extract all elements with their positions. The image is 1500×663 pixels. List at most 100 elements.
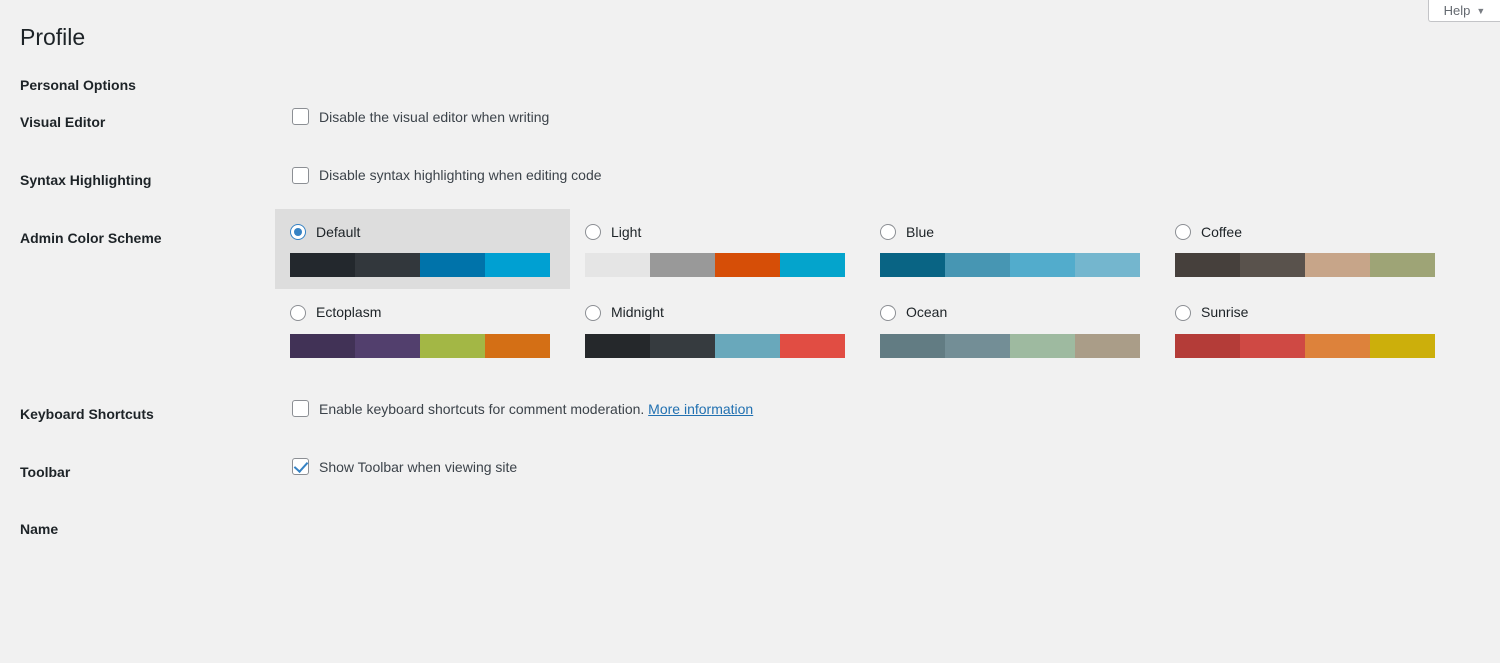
row-visual-editor: Visual Editor Disable the visual editor …	[20, 93, 1500, 151]
personal-options-table: Visual Editor Disable the visual editor …	[20, 93, 1500, 501]
color-scheme-option-sunrise[interactable]: Sunrise	[1160, 289, 1455, 369]
row-label-visual-editor: Visual Editor	[20, 113, 106, 130]
color-scheme-option-default[interactable]: Default	[275, 209, 570, 290]
color-scheme-palette-blue	[880, 253, 1140, 278]
row-label-toolbar: Toolbar	[20, 463, 71, 480]
color-scheme-radio-coffee[interactable]	[1175, 224, 1191, 241]
color-scheme-option-midnight[interactable]: Midnight	[570, 289, 865, 369]
color-swatch-4	[1075, 333, 1140, 358]
color-swatch-1	[290, 253, 355, 278]
admin-color-scheme-options: Default Light Blue Coffee Ectoplasm Midnight O…	[275, 209, 1455, 369]
color-scheme-option-ectoplasm[interactable]: Ectoplasm	[275, 289, 570, 369]
color-swatch-3	[1010, 333, 1075, 358]
color-swatch-1	[585, 333, 650, 358]
color-swatch-3	[715, 333, 780, 358]
syntax-highlighting-checkbox[interactable]	[292, 166, 309, 184]
row-toolbar: Toolbar Show Toolbar when viewing site	[20, 443, 1500, 501]
visual-editor-checkbox-label: Disable the visual editor when writing	[319, 108, 550, 125]
keyboard-shortcuts-text: Enable keyboard shortcuts for comment mo…	[319, 400, 645, 417]
color-swatch-4	[1370, 253, 1435, 278]
color-swatch-2	[650, 253, 715, 278]
keyboard-shortcuts-checkbox[interactable]	[292, 400, 309, 418]
color-swatch-1	[880, 333, 945, 358]
color-swatch-2	[945, 333, 1010, 358]
color-scheme-palette-light	[585, 253, 845, 278]
color-scheme-palette-coffee	[1175, 253, 1435, 278]
visual-editor-checkbox-row[interactable]: Disable the visual editor when writing	[292, 108, 1490, 126]
color-scheme-label-sunrise: Sunrise	[1201, 304, 1249, 321]
color-scheme-label-ocean: Ocean	[906, 304, 948, 321]
color-scheme-radio-midnight[interactable]	[585, 304, 601, 321]
color-swatch-2	[650, 333, 715, 358]
color-scheme-option-head: Coffee	[1175, 223, 1440, 241]
color-scheme-palette-ectoplasm	[290, 333, 550, 358]
color-swatch-1	[1175, 253, 1240, 278]
color-scheme-option-blue[interactable]: Blue	[865, 209, 1160, 289]
keyboard-shortcuts-checkbox-row[interactable]: Enable keyboard shortcuts for comment mo…	[292, 400, 1490, 418]
profile-page: Profile Personal Options Visual Editor D…	[0, 0, 1500, 537]
row-field-toolbar: Show Toolbar when viewing site	[282, 443, 1500, 501]
color-scheme-option-head: Sunrise	[1175, 303, 1440, 321]
color-swatch-1	[290, 333, 355, 358]
color-swatch-4	[485, 253, 550, 278]
more-information-link[interactable]: More information	[648, 401, 753, 417]
color-swatch-3	[715, 253, 780, 278]
color-scheme-label-midnight: Midnight	[611, 304, 664, 321]
color-scheme-radio-sunrise[interactable]	[1175, 304, 1191, 321]
color-swatch-2	[1240, 333, 1305, 358]
toolbar-checkbox[interactable]	[292, 458, 309, 476]
color-swatch-2	[1240, 253, 1305, 278]
color-scheme-option-light[interactable]: Light	[570, 209, 865, 289]
color-scheme-option-coffee[interactable]: Coffee	[1160, 209, 1455, 289]
color-swatch-3	[1305, 253, 1370, 278]
color-swatch-2	[355, 333, 420, 358]
color-swatch-4	[485, 333, 550, 358]
color-scheme-label-default: Default	[316, 224, 361, 241]
color-scheme-radio-light[interactable]	[585, 224, 601, 241]
keyboard-shortcuts-checkbox-label: Enable keyboard shortcuts for comment mo…	[319, 400, 753, 418]
color-scheme-radio-ectoplasm[interactable]	[290, 304, 306, 321]
color-swatch-2	[945, 253, 1010, 278]
row-field-visual-editor: Disable the visual editor when writing	[282, 93, 1500, 151]
color-swatch-3	[420, 333, 485, 358]
color-swatch-4	[780, 253, 845, 278]
row-keyboard-shortcuts: Keyboard Shortcuts Enable keyboard short…	[20, 385, 1500, 443]
color-scheme-option-ocean[interactable]: Ocean	[865, 289, 1160, 369]
color-scheme-palette-default	[290, 253, 550, 278]
color-scheme-option-head: Blue	[880, 223, 1145, 241]
visual-editor-checkbox[interactable]	[292, 108, 309, 126]
color-swatch-3	[1305, 333, 1370, 358]
name-heading: Name	[20, 521, 59, 538]
toolbar-checkbox-label: Show Toolbar when viewing site	[319, 458, 518, 475]
row-field-syntax-highlighting: Disable syntax highlighting when editing…	[282, 151, 1500, 209]
color-swatch-1	[585, 253, 650, 278]
page-title: Profile	[20, 24, 86, 50]
color-scheme-option-head: Ocean	[880, 303, 1145, 321]
color-swatch-1	[1175, 333, 1240, 358]
color-scheme-radio-blue[interactable]	[880, 224, 896, 241]
row-admin-color-scheme: Admin Color Scheme Default Light Blue Coffe…	[20, 209, 1500, 384]
color-swatch-4	[780, 333, 845, 358]
color-swatch-3	[1010, 253, 1075, 278]
color-scheme-palette-sunrise	[1175, 333, 1435, 358]
syntax-highlighting-checkbox-label: Disable syntax highlighting when editing…	[319, 167, 602, 184]
row-syntax-highlighting: Syntax Highlighting Disable syntax highl…	[20, 151, 1500, 209]
color-scheme-palette-ocean	[880, 333, 1140, 358]
row-label-admin-color-scheme: Admin Color Scheme	[20, 230, 162, 247]
color-scheme-radio-default[interactable]	[290, 224, 306, 241]
row-field-keyboard-shortcuts: Enable keyboard shortcuts for comment mo…	[282, 385, 1500, 443]
personal-options-heading: Personal Options	[20, 76, 136, 93]
toolbar-checkbox-row[interactable]: Show Toolbar when viewing site	[292, 458, 1490, 476]
syntax-highlighting-checkbox-row[interactable]: Disable syntax highlighting when editing…	[292, 166, 1490, 184]
color-scheme-option-head: Ectoplasm	[290, 303, 555, 321]
color-scheme-option-head: Midnight	[585, 303, 850, 321]
color-swatch-1	[880, 253, 945, 278]
color-swatch-4	[1370, 333, 1435, 358]
color-scheme-option-head: Default	[290, 223, 555, 241]
color-scheme-palette-midnight	[585, 333, 845, 358]
color-scheme-label-ectoplasm: Ectoplasm	[316, 304, 382, 321]
row-label-keyboard-shortcuts: Keyboard Shortcuts	[20, 405, 154, 422]
row-field-admin-color-scheme: Default Light Blue Coffee Ectoplasm Midnight O…	[275, 209, 1500, 384]
color-scheme-option-head: Light	[585, 223, 850, 241]
color-scheme-radio-ocean[interactable]	[880, 304, 896, 321]
